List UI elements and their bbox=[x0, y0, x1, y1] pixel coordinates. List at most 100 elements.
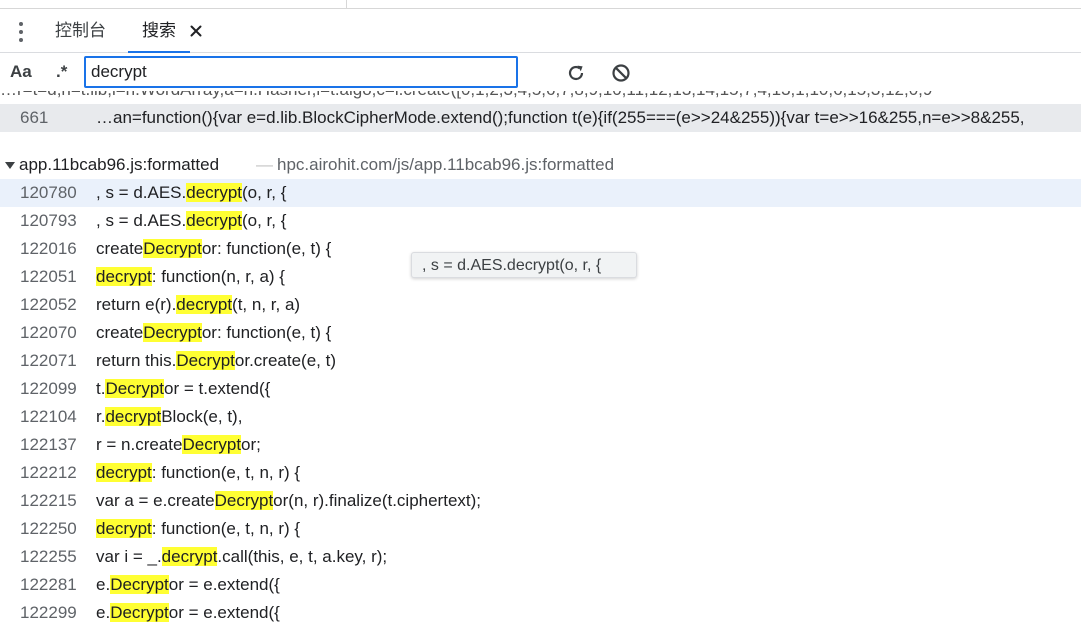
table-row[interactable]: 120780 , s = d.AES.decrypt(o, r, { bbox=[0, 179, 1081, 207]
code-segment: : function(e, t, n, r) { bbox=[151, 463, 301, 482]
line-number: 122137 bbox=[20, 435, 77, 454]
code-segment: (o, r, { bbox=[242, 183, 287, 202]
search-results: …r=t=d,n=t.lib,i=n.WordArray,a=n.Hasher,… bbox=[0, 91, 1081, 632]
table-row[interactable]: 122215 var a = e.createDecryptor(n, r).fi… bbox=[0, 487, 1081, 515]
search-input[interactable] bbox=[84, 56, 518, 88]
match-highlight: decrypt bbox=[96, 463, 152, 482]
file-group-header[interactable]: app.11bcab96.js:formatted — hpc.airohit.… bbox=[0, 153, 1081, 177]
regex-toggle[interactable]: .* bbox=[56, 53, 67, 91]
match-highlight: decrypt bbox=[176, 295, 233, 314]
top-edge-right bbox=[347, 0, 1081, 9]
code-segment: return this. bbox=[96, 351, 177, 370]
code-segment: var a = e.create bbox=[96, 491, 215, 510]
close-icon[interactable] bbox=[188, 23, 204, 39]
match-code: return this.Decryptor.create(e, t) bbox=[96, 347, 1081, 375]
line-number: 122255 bbox=[20, 547, 77, 566]
match-highlight: decrypt bbox=[186, 211, 242, 230]
code-segment: or; bbox=[241, 435, 261, 454]
code-segment: or(n, r).finalize(t.ciphertext); bbox=[273, 491, 482, 510]
match-code: return e(r).decrypt(t, n, r, a) bbox=[96, 291, 1081, 319]
line-number: 122212 bbox=[20, 463, 77, 482]
table-row[interactable]: 122137 r = n.createDecryptor; bbox=[0, 431, 1081, 459]
code-segment: (o, r, { bbox=[242, 211, 287, 230]
match-highlight: decrypt bbox=[161, 547, 218, 566]
code-segment: return e(r). bbox=[96, 295, 177, 314]
line-number: 122051 bbox=[20, 267, 77, 286]
code-segment: e. bbox=[96, 575, 111, 594]
triangle-down-icon[interactable] bbox=[5, 162, 15, 169]
table-row[interactable]: 122212 decrypt: function(e, t, n, r) { bbox=[0, 459, 1081, 487]
top-edge-left bbox=[0, 0, 346, 9]
match-highlight: decrypt bbox=[105, 407, 162, 426]
code-segment: : function(n, r, a) { bbox=[151, 267, 285, 286]
match-highlight: decrypt bbox=[96, 519, 152, 538]
match-code: createDecryptor: function(e, t) { bbox=[96, 319, 1081, 347]
code-segment: r = n.create bbox=[96, 435, 183, 454]
code-segment: …an=function(){var e=d.lib.BlockCipherMo… bbox=[96, 108, 1025, 127]
match-highlight: Decrypt bbox=[110, 575, 169, 594]
line-number: 122215 bbox=[20, 491, 77, 510]
tab-search[interactable]: 搜索 bbox=[128, 12, 190, 53]
match-code: e.Decryptor = e.extend({ bbox=[96, 599, 1081, 627]
tooltip: , s = d.AES.decrypt(o, r, { bbox=[411, 252, 637, 278]
table-row[interactable]: 122299 e.Decryptor = e.extend({ bbox=[0, 599, 1081, 627]
clear-icon[interactable] bbox=[610, 62, 632, 84]
match-code: decrypt: function(e, t, n, r) { bbox=[96, 515, 1081, 543]
table-row[interactable]: 122281 e.Decryptor = e.extend({ bbox=[0, 571, 1081, 599]
code-segment: Block(e, t), bbox=[161, 407, 243, 426]
line-number: 661 bbox=[20, 108, 49, 127]
match-highlight: Decrypt bbox=[143, 323, 202, 342]
table-row[interactable]: 122099 t.Decryptor = t.extend({ bbox=[0, 375, 1081, 403]
kebab-menu-icon[interactable] bbox=[16, 20, 26, 44]
line-number: 122070 bbox=[20, 323, 77, 342]
tab-console[interactable]: 控制台 bbox=[55, 12, 106, 52]
match-highlight: Decrypt bbox=[182, 435, 242, 454]
table-row[interactable]: 122052 return e(r).decrypt(t, n, r, a) bbox=[0, 291, 1081, 319]
line-number: 122104 bbox=[20, 407, 77, 426]
table-row[interactable]: 122104 r.decryptBlock(e, t), bbox=[0, 403, 1081, 431]
line-number: 122052 bbox=[20, 295, 77, 314]
line-number: 122099 bbox=[20, 379, 77, 398]
line-number: 120793 bbox=[20, 211, 77, 230]
refresh-icon[interactable] bbox=[565, 62, 587, 84]
table-row[interactable]: 122070 createDecryptor: function(e, t) { bbox=[0, 319, 1081, 347]
code-segment: or: function(e, t) { bbox=[201, 239, 332, 258]
code-segment: create bbox=[96, 323, 144, 342]
match-code: r.decryptBlock(e, t), bbox=[96, 403, 1081, 431]
line-number: 120780 bbox=[20, 183, 77, 202]
code-segment: or = t.extend({ bbox=[164, 379, 271, 398]
code-segment: or: function(e, t) { bbox=[201, 323, 332, 342]
match-highlight: Decrypt bbox=[105, 379, 165, 398]
line-number: 122281 bbox=[20, 575, 77, 594]
header-separator: — bbox=[256, 155, 273, 174]
match-highlight: Decrypt bbox=[110, 603, 169, 622]
match-code: …an=function(){var e=d.lib.BlockCipherMo… bbox=[96, 104, 1081, 132]
code-segment: create bbox=[96, 239, 144, 258]
match-code: var a = e.createDecryptor(n, r).finalize… bbox=[96, 487, 1081, 515]
match-highlight: decrypt bbox=[186, 183, 242, 202]
code-segment: .call(this, e, t, a.key, r); bbox=[217, 547, 388, 566]
line-number: 122250 bbox=[20, 519, 77, 538]
code-segment: e. bbox=[96, 603, 111, 622]
top-edge bbox=[0, 0, 1081, 10]
match-code: decrypt: function(e, t, n, r) { bbox=[96, 459, 1081, 487]
table-row[interactable]: 120793 , s = d.AES.decrypt(o, r, { bbox=[0, 207, 1081, 235]
match-code: e.Decryptor = e.extend({ bbox=[96, 571, 1081, 599]
match-case-toggle[interactable]: Aa bbox=[10, 53, 32, 91]
table-row[interactable]: 122250 decrypt: function(e, t, n, r) { bbox=[0, 515, 1081, 543]
match-code: var i = _.decrypt.call(this, e, t, a.key… bbox=[96, 543, 1081, 571]
drawer-tab-bar: 控制台 搜索 bbox=[0, 12, 1081, 53]
match-highlight: Decrypt bbox=[143, 239, 202, 258]
code-segment: var i = _. bbox=[96, 547, 162, 566]
code-segment: (t, n, r, a) bbox=[232, 295, 301, 314]
match-code: t.Decryptor = t.extend({ bbox=[96, 375, 1081, 403]
line-number: 122071 bbox=[20, 351, 77, 370]
table-row[interactable]: 661 …an=function(){var e=d.lib.BlockCiph… bbox=[0, 104, 1081, 132]
line-number: 122299 bbox=[20, 603, 77, 622]
table-row[interactable]: 122255 var i = _.decrypt.call(this, e, t,… bbox=[0, 543, 1081, 571]
match-code: r = n.createDecryptor; bbox=[96, 431, 1081, 459]
code-segment: , s = d.AES. bbox=[96, 211, 187, 230]
file-url: hpc.airohit.com/js/app.11bcab96.js:forma… bbox=[277, 155, 615, 174]
match-highlight: Decrypt bbox=[214, 491, 274, 510]
table-row[interactable]: 122071 return this.Decryptor.create(e, t) bbox=[0, 347, 1081, 375]
